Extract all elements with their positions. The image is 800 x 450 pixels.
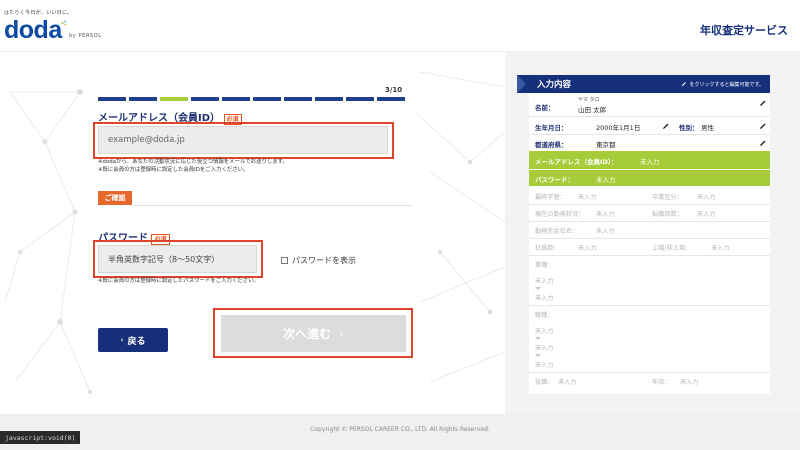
next-button-label: 次へ進む: [283, 327, 332, 341]
confirm-badge: ご確認: [98, 191, 132, 205]
panel-header-notch: [517, 75, 526, 93]
progress-bar: [98, 97, 406, 101]
gender-value: 男性: [701, 124, 714, 132]
summary-panel-header: 入力内容 をクリックすると編集可能です。: [517, 75, 770, 93]
employees-value: 未入力: [578, 245, 597, 252]
occupation-label: 職種：: [535, 312, 554, 319]
industry-label: 業種：: [535, 262, 554, 269]
logo-tagline: はたらく今日が、いい日に。: [4, 10, 73, 16]
edit-hint: をクリックすると編集可能です。: [681, 81, 764, 88]
show-password-toggle[interactable]: パスワードを表示: [281, 255, 356, 266]
job-change-value: 未入力: [697, 211, 716, 218]
site-header: [0, 0, 800, 52]
income-label: 年収：: [652, 379, 671, 386]
divider: [529, 305, 770, 306]
progress-segment: [129, 97, 157, 101]
progress-segment: [191, 97, 219, 101]
chevron-left-icon: ‹: [120, 336, 124, 344]
password-summary-value: 未入力: [596, 176, 616, 184]
divider: [529, 204, 770, 205]
progress-segment: [253, 97, 281, 101]
summary-title: 入力内容: [537, 80, 572, 90]
position-label: 役職：: [535, 379, 554, 386]
name-value: 山田 太郎: [578, 106, 607, 114]
divider: [529, 221, 770, 222]
graduation-label: 卒業区分：: [652, 194, 683, 201]
divider: [529, 238, 770, 239]
industry-value: 未入力: [535, 295, 554, 302]
password-summary-label: パスワード：: [535, 176, 574, 184]
copyright-text: Copyright © PERSOL CAREER CO., LTD. All …: [310, 426, 490, 433]
doda-logo[interactable]: doda: [4, 16, 62, 45]
show-password-label: パスワードを表示: [292, 256, 356, 265]
pencil-icon: [682, 82, 687, 87]
divider: [529, 134, 770, 135]
listing-label: 上場/非上場：: [652, 245, 692, 252]
birth-label: 生年月日：: [535, 124, 568, 132]
divider: [529, 116, 770, 117]
pencil-icon[interactable]: [759, 122, 767, 130]
logo-sparkle-icon: [61, 20, 67, 26]
progress-segment: [346, 97, 374, 101]
step-counter: 3/10: [385, 86, 403, 94]
name-label: 名前：: [535, 104, 555, 112]
name-kana: ヤマ タロ: [578, 97, 600, 103]
employees-label: 社員数：: [535, 245, 560, 252]
chevron-right-icon: ›: [339, 326, 344, 341]
birth-value: 2000年1月1日: [596, 124, 641, 132]
gender-label: 性別：: [679, 124, 699, 132]
pencil-icon[interactable]: [759, 99, 767, 107]
occupation-value: 未入力: [535, 362, 554, 369]
education-value: 未入力: [578, 194, 597, 201]
progress-segment: [222, 97, 250, 101]
email-summary-value: 未入力: [640, 158, 660, 166]
progress-segment: [377, 97, 405, 101]
industry-value: 未入力: [535, 278, 554, 285]
progress-segment: [315, 97, 343, 101]
edit-hint-text: をクリックすると編集可能です。: [689, 81, 764, 88]
progress-segment: [160, 97, 188, 101]
password-note: ※既に会員の方は登録時に設定したパスワードをご入力ください。: [98, 278, 259, 284]
email-input[interactable]: example@doda.jp: [98, 126, 388, 154]
graduation-value: 未入力: [697, 194, 716, 201]
listing-value: 未入力: [711, 245, 730, 252]
education-label: 最終学歴：: [535, 194, 566, 201]
pencil-icon[interactable]: [759, 139, 767, 147]
browser-status-bar: javascript:void(0): [0, 431, 81, 444]
occupation-value: 未入力: [535, 328, 554, 335]
position-value: 未入力: [558, 379, 577, 386]
income-value: 未入力: [680, 379, 699, 386]
caret-down-icon: [535, 354, 541, 357]
service-title: 年収査定サービス: [700, 24, 788, 37]
email-note: ※dodaから、あなたの活動状況に応じた役立つ情報をメールでお送りします。 ※既…: [98, 159, 288, 173]
divider: [132, 205, 412, 206]
work-status-label: 現在の勤務状況：: [535, 211, 585, 218]
next-button[interactable]: 次へ進む ›: [221, 315, 406, 352]
pref-label: 都道府県：: [535, 141, 568, 149]
checkbox-icon[interactable]: [281, 257, 288, 264]
work-status-value: 未入力: [596, 211, 615, 218]
back-button[interactable]: ‹ 戻る: [98, 328, 168, 352]
divider: [529, 255, 770, 256]
caret-down-icon: [535, 337, 541, 340]
pencil-icon[interactable]: [662, 122, 670, 130]
password-input[interactable]: 半角英数字記号（8～50文字）: [98, 245, 257, 273]
company-label: 勤務先会社名：: [535, 228, 579, 235]
logo-by-persol: by PERSOL: [69, 33, 102, 39]
back-button-label: 戻る: [127, 336, 146, 347]
company-value: 未入力: [596, 228, 615, 235]
progress-segment: [98, 97, 126, 101]
job-change-label: 転職回数：: [652, 211, 683, 218]
divider: [529, 372, 770, 373]
progress-segment: [284, 97, 312, 101]
pref-value: 東京都: [596, 141, 616, 149]
caret-down-icon: [535, 287, 541, 290]
email-summary-label: メールアドレス（会員ID）：: [535, 158, 618, 166]
occupation-value: 未入力: [535, 345, 554, 352]
